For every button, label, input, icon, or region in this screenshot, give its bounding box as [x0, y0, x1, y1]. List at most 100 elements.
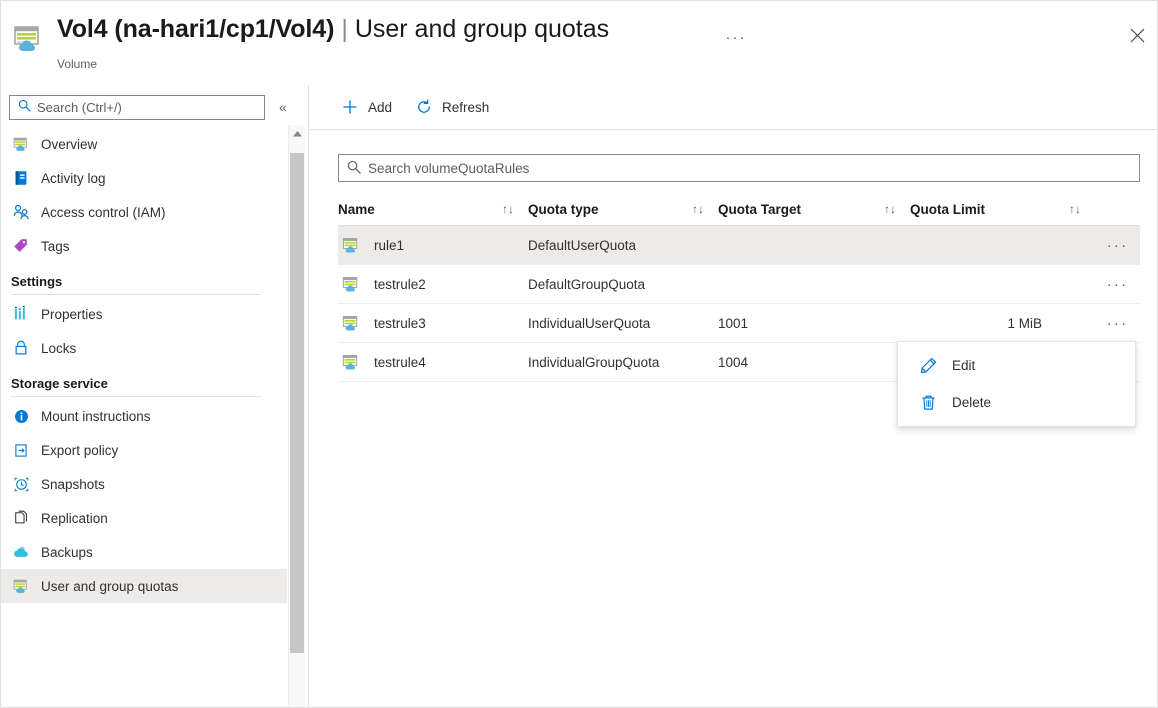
sidebar: Search (Ctrl+/) « Overview Activity log …: [1, 85, 309, 707]
sidebar-group-title: Storage service: [11, 376, 108, 391]
cell-name: testrule3: [338, 312, 528, 334]
sidebar-item-label: User and group quotas: [41, 578, 179, 594]
sidebar-item-snapshots[interactable]: Snapshots: [1, 467, 287, 501]
table-row[interactable]: rule1 DefaultUserQuota ···: [338, 226, 1140, 265]
toolbar-divider: [310, 129, 1157, 130]
search-placeholder: Search (Ctrl+/): [37, 99, 122, 115]
search-input[interactable]: Search (Ctrl+/): [9, 94, 265, 120]
volume-icon: [11, 134, 31, 154]
sidebar-search-row: Search (Ctrl+/) «: [9, 94, 301, 120]
search-icon: [347, 160, 361, 177]
sort-icon[interactable]: ↑↓: [1069, 202, 1095, 216]
sidebar-item-tags[interactable]: Tags: [1, 229, 287, 263]
sidebar-item-label: Activity log: [41, 170, 106, 186]
collapse-sidebar-icon[interactable]: «: [279, 99, 287, 115]
row-name-label: testrule4: [374, 354, 426, 370]
sidebar-item-locks[interactable]: Locks: [1, 331, 287, 365]
sidebar-item-backups[interactable]: Backups: [1, 535, 287, 569]
close-icon[interactable]: [1123, 21, 1151, 49]
blade-header: Vol4 (na-hari1/cp1/Vol4) | User and grou…: [1, 1, 1157, 85]
row-name-label: testrule2: [374, 276, 426, 292]
blade-container: Vol4 (na-hari1/cp1/Vol4) | User and grou…: [0, 0, 1158, 708]
sort-icon[interactable]: ↑↓: [502, 202, 528, 216]
replication-icon: [11, 508, 31, 528]
sidebar-item-label: Locks: [41, 340, 77, 356]
grid-search-input[interactable]: Search volumeQuotaRules: [338, 154, 1140, 182]
divider: [11, 396, 261, 397]
scrollbar-thumb[interactable]: [290, 153, 304, 653]
column-header-quota-target[interactable]: Quota Target ↑↓: [718, 202, 910, 217]
cell-name: rule1: [338, 234, 528, 256]
column-label: Quota type: [528, 201, 599, 217]
row-name-label: rule1: [374, 237, 405, 253]
volume-icon: [340, 312, 362, 334]
lock-icon: [11, 338, 31, 358]
column-header-quota-type[interactable]: Quota type ↑↓: [528, 202, 718, 217]
trash-icon: [918, 393, 938, 413]
column-label: Quota Limit: [910, 201, 985, 217]
sort-icon[interactable]: ↑↓: [884, 202, 910, 216]
cell-name: testrule4: [338, 351, 528, 373]
add-button[interactable]: Add: [338, 93, 402, 121]
sidebar-group-settings: Settings: [1, 274, 287, 295]
row-actions-icon[interactable]: ···: [1095, 276, 1140, 293]
column-label: Name: [338, 201, 375, 217]
plus-icon: [340, 97, 360, 117]
context-menu-item-label: Delete: [952, 395, 992, 410]
column-label: Quota Target: [718, 201, 802, 217]
cell-quota-type: DefaultGroupQuota: [528, 276, 646, 292]
tag-icon: [11, 236, 31, 256]
grid-search-placeholder: Search volumeQuotaRules: [368, 160, 530, 176]
table-row[interactable]: testrule3 IndividualUserQuota 1001 1 MiB…: [338, 304, 1140, 343]
sidebar-item-label: Replication: [41, 510, 108, 526]
sidebar-item-label: Overview: [41, 136, 98, 152]
sidebar-scrollbar[interactable]: [288, 125, 305, 707]
page-name: User and group quotas: [354, 15, 610, 43]
sidebar-item-overview[interactable]: Overview: [1, 127, 287, 161]
row-actions-icon[interactable]: ···: [1095, 237, 1140, 254]
refresh-icon: [414, 97, 434, 117]
column-header-quota-limit[interactable]: Quota Limit ↑↓: [910, 202, 1095, 217]
table-header-row: Name ↑↓ Quota type ↑↓ Quota Target ↑↓ Qu…: [338, 193, 1140, 226]
sidebar-group-storage-service: Storage service: [1, 376, 287, 397]
page-title: Vol4 (na-hari1/cp1/Vol4) | User and grou…: [57, 15, 609, 44]
sidebar-item-mount-instructions[interactable]: Mount instructions: [1, 399, 287, 433]
column-header-name[interactable]: Name ↑↓: [338, 202, 528, 217]
sidebar-group-title: Settings: [11, 274, 63, 289]
cell-quota-limit: 1 MiB: [1007, 315, 1042, 331]
sidebar-item-label: Properties: [41, 306, 103, 322]
sidebar-item-label: Export policy: [41, 442, 119, 458]
cell-quota-type: DefaultUserQuota: [528, 237, 637, 253]
cell-quota-type: IndividualUserQuota: [528, 315, 651, 331]
sidebar-item-label: Backups: [41, 544, 93, 560]
sidebar-item-label: Mount instructions: [41, 408, 151, 424]
sidebar-item-replication[interactable]: Replication: [1, 501, 287, 535]
row-name-label: testrule3: [374, 315, 426, 331]
context-menu-item-delete[interactable]: Delete: [898, 384, 1135, 421]
snapshot-icon: [11, 474, 31, 494]
quota-rules-table: Name ↑↓ Quota type ↑↓ Quota Target ↑↓ Qu…: [338, 193, 1140, 427]
scroll-up-icon[interactable]: [289, 125, 305, 142]
header-more-menu-icon[interactable]: ···: [723, 25, 749, 49]
context-menu-item-edit[interactable]: Edit: [898, 347, 1135, 384]
sidebar-item-activity-log[interactable]: Activity log: [1, 161, 287, 195]
refresh-button[interactable]: Refresh: [412, 93, 499, 121]
sidebar-item-properties[interactable]: Properties: [1, 297, 287, 331]
content-area: Add Refresh Search volumeQuotaRules Name…: [310, 85, 1157, 707]
pencil-icon: [918, 356, 938, 376]
sidebar-item-export-policy[interactable]: Export policy: [1, 433, 287, 467]
volume-icon: [340, 351, 362, 373]
row-actions-icon[interactable]: ···: [1095, 315, 1140, 332]
divider: [11, 294, 261, 295]
search-icon: [18, 99, 31, 115]
sort-icon[interactable]: ↑↓: [692, 202, 718, 216]
table-row[interactable]: testrule2 DefaultGroupQuota ···: [338, 265, 1140, 304]
cell-quota-target: 1001: [718, 315, 749, 331]
sidebar-item-label: Snapshots: [41, 476, 105, 492]
volume-icon: [11, 576, 31, 596]
sidebar-item-user-and-group-quotas[interactable]: User and group quotas: [1, 569, 287, 603]
sidebar-nav-list: Overview Activity log Access control (IA…: [1, 127, 287, 707]
sidebar-item-access-control[interactable]: Access control (IAM): [1, 195, 287, 229]
resource-name: Vol4 (na-hari1/cp1/Vol4): [57, 15, 335, 43]
resource-type-label: Volume: [57, 57, 98, 71]
